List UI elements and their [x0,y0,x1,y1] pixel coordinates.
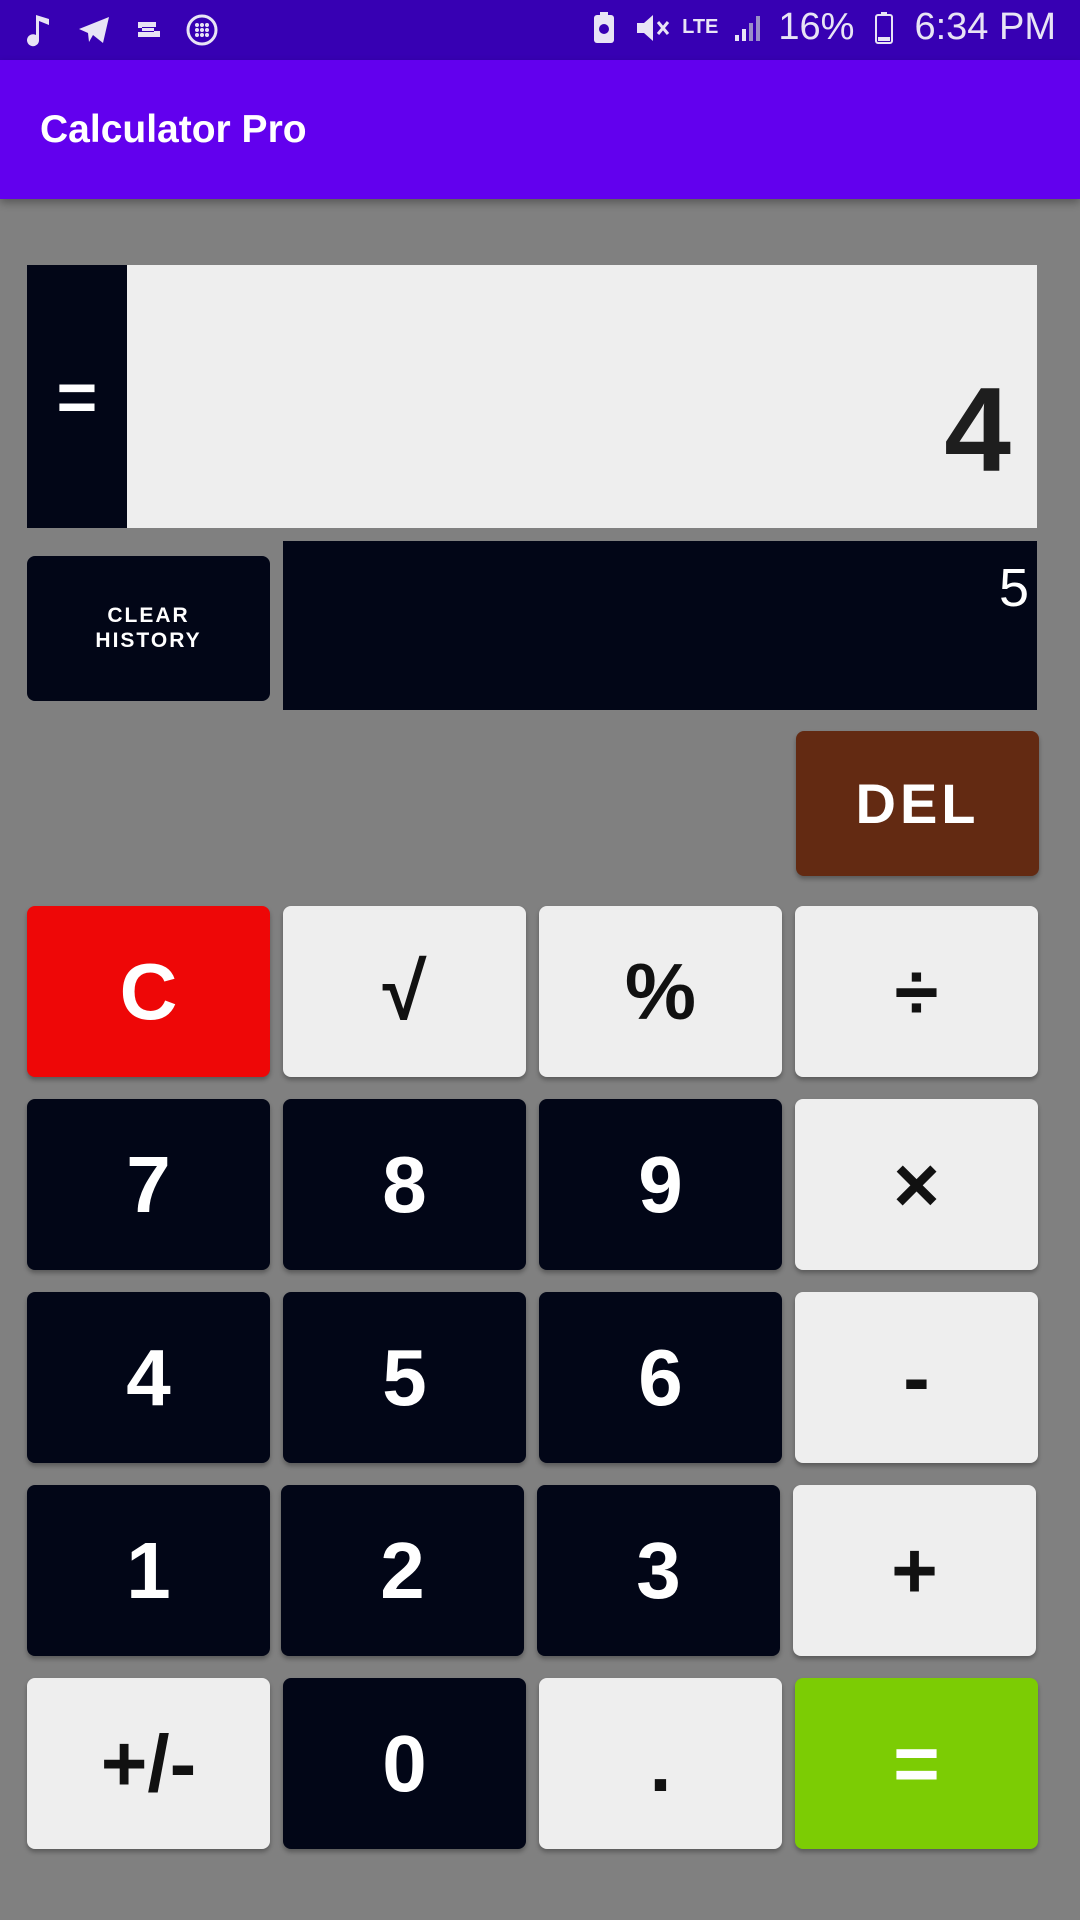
sqrt-key[interactable]: √ [283,906,526,1077]
minus-key[interactable]: - [795,1292,1038,1463]
divide-key[interactable]: ÷ [795,906,1038,1077]
digit-0-key[interactable]: 0 [283,1678,526,1849]
cast-icon [130,12,166,48]
clock: 6:34 PM [914,6,1056,48]
sign-toggle-key[interactable]: +/- [27,1678,270,1849]
digit-5-key[interactable]: 5 [283,1292,526,1463]
telegram-icon [76,12,112,48]
digit-3-key[interactable]: 3 [537,1485,780,1656]
status-right-icons: LTE 16% 6:34 PM [586,6,1056,49]
result-equals-label: = [27,265,127,528]
circle-dots-icon [184,12,220,48]
history-display: 5 [283,541,1037,710]
battery-saver-icon [586,10,622,46]
mute-icon [634,10,670,46]
digit-6-key[interactable]: 6 [539,1292,782,1463]
app-bar: Calculator Pro [0,60,1080,199]
plus-key[interactable]: + [793,1485,1036,1656]
clear-history-button[interactable]: CLEAR HISTORY [27,556,270,701]
delete-button[interactable]: DEL [796,731,1039,876]
digit-8-key[interactable]: 8 [283,1099,526,1270]
digit-1-key[interactable]: 1 [27,1485,270,1656]
network-type-label: LTE [682,16,719,38]
percent-key[interactable]: % [539,906,782,1077]
status-left-icons [22,12,220,48]
music-note-icon [22,12,58,48]
app-title: Calculator Pro [40,108,307,151]
digit-9-key[interactable]: 9 [539,1099,782,1270]
clear-key[interactable]: C [27,906,270,1077]
battery-icon [866,10,902,46]
signal-icon [730,10,766,46]
battery-percent: 16% [778,6,855,48]
status-bar: LTE 16% 6:34 PM [0,0,1080,60]
digit-2-key[interactable]: 2 [281,1485,524,1656]
multiply-key[interactable]: × [795,1099,1038,1270]
digit-4-key[interactable]: 4 [27,1292,270,1463]
result-display: 4 [127,265,1037,528]
digit-7-key[interactable]: 7 [27,1099,270,1270]
decimal-key[interactable]: . [539,1678,782,1849]
equals-key[interactable]: = [795,1678,1038,1849]
